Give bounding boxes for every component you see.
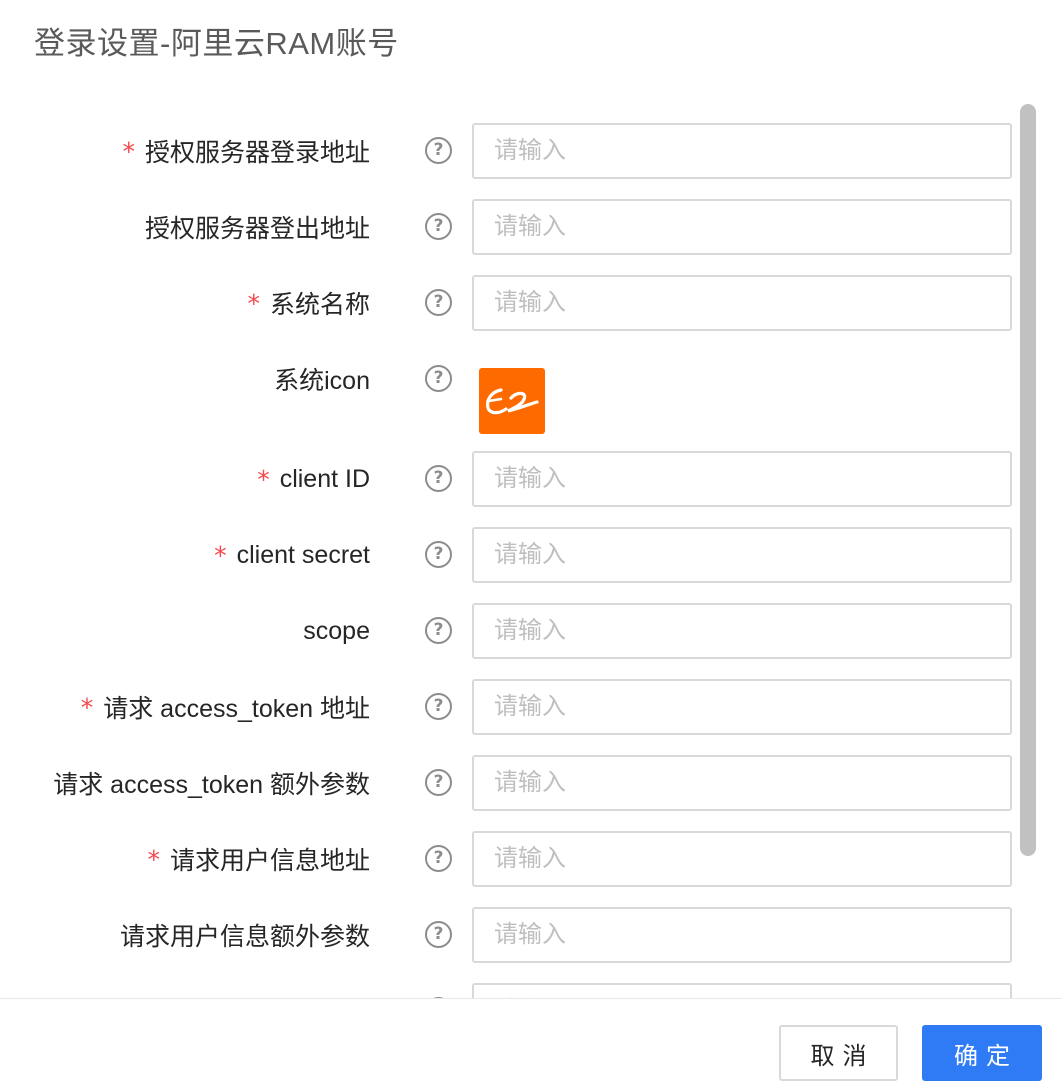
dialog-title: 登录设置-阿里云RAM账号	[34, 26, 399, 61]
client-secret-input[interactable]	[472, 527, 1012, 583]
form-row-client-secret: * client secret ?	[0, 527, 1016, 583]
help-icon[interactable]: ?	[425, 921, 452, 948]
form-label: scope	[303, 603, 370, 659]
help-icon[interactable]: ?	[425, 465, 452, 492]
field-label: 请求用户信息地址	[169, 847, 370, 875]
field-label: 系统名称	[269, 291, 370, 319]
help-icon[interactable]: ?	[425, 769, 452, 796]
form-row-userinfo-url: * 请求用户信息地址 ?	[0, 831, 1016, 887]
field-label: 请求 access_token 地址	[103, 695, 370, 723]
help-icon[interactable]: ?	[425, 289, 452, 316]
help-icon[interactable]: ?	[425, 541, 452, 568]
field-label: 请求 access_token 额外参数	[53, 771, 370, 799]
required-mark: *	[214, 540, 227, 570]
auth-logout-url-input[interactable]	[472, 199, 1012, 255]
field-label: client secret	[236, 540, 370, 569]
field-label: client ID	[279, 464, 370, 493]
form-label: 请求 access_token 额外参数	[53, 755, 370, 811]
form-row-system-name: * 系统名称 ?	[0, 275, 1016, 331]
help-icon[interactable]: ?	[425, 617, 452, 644]
form-row-client-id: * client ID ?	[0, 451, 1016, 507]
required-mark: *	[80, 692, 94, 722]
scope-input[interactable]	[472, 603, 1012, 659]
system-icon-upload[interactable]	[479, 368, 545, 434]
form-label: * client ID	[257, 451, 370, 507]
form-body: * 授权服务器登录地址 ? 授权服务器登出地址 ? * 系统名称 ?	[0, 100, 1062, 998]
form-label: 请求用户信息额外参数	[120, 907, 370, 963]
form-label: * 请求 access_token 地址	[81, 679, 370, 735]
form-row-scope: scope ?	[0, 603, 1016, 659]
field-label: 授权服务器登出地址	[144, 215, 370, 243]
required-mark: *	[122, 136, 135, 166]
form-row-access-token-url: * 请求 access_token 地址 ?	[0, 679, 1016, 735]
access-token-url-input[interactable]	[472, 679, 1012, 735]
form-row-partial: ?	[0, 983, 1016, 998]
field-label: 系统icon	[274, 367, 370, 395]
confirm-button[interactable]: 确定	[922, 1025, 1042, 1081]
login-settings-dialog: 登录设置-阿里云RAM账号 * 授权服务器登录地址 ? 授权服务器登出地址 ? …	[0, 0, 1062, 1084]
form-row-auth-logout-url: 授权服务器登出地址 ?	[0, 199, 1016, 255]
form-label: * client secret	[214, 527, 370, 583]
cancel-button[interactable]: 取消	[779, 1025, 898, 1081]
alibaba-logo-icon	[485, 388, 539, 415]
userinfo-params-input[interactable]	[472, 907, 1012, 963]
form-label: 授权服务器登出地址	[145, 199, 370, 255]
help-icon[interactable]: ?	[425, 693, 452, 720]
field-label: scope	[303, 616, 370, 645]
form-label: * 系统名称	[247, 275, 370, 331]
dialog-footer: 取消 确定	[0, 998, 1062, 1084]
form-row-access-token-params: 请求 access_token 额外参数 ?	[0, 755, 1016, 811]
help-icon[interactable]: ?	[425, 137, 452, 164]
form-row-auth-login-url: * 授权服务器登录地址 ?	[0, 123, 1016, 179]
required-mark: *	[247, 288, 260, 318]
required-mark: *	[257, 464, 270, 494]
client-id-input[interactable]	[472, 451, 1012, 507]
form-label: * 请求用户信息地址	[147, 831, 370, 887]
access-token-params-input[interactable]	[472, 755, 1012, 811]
required-mark: *	[147, 844, 160, 874]
help-icon[interactable]: ?	[425, 845, 452, 872]
field-label: 请求用户信息额外参数	[119, 923, 370, 951]
form-label: 系统icon	[274, 351, 370, 407]
auth-login-url-input[interactable]	[472, 123, 1012, 179]
partial-input[interactable]	[472, 983, 1012, 998]
form-row-userinfo-params: 请求用户信息额外参数 ?	[0, 907, 1016, 963]
userinfo-url-input[interactable]	[472, 831, 1012, 887]
scrollbar-thumb[interactable]	[1020, 104, 1036, 856]
help-icon[interactable]: ?	[425, 213, 452, 240]
field-label: 授权服务器登录地址	[144, 139, 370, 167]
help-icon[interactable]: ?	[425, 365, 452, 392]
form-label: * 授权服务器登录地址	[122, 123, 370, 179]
system-name-input[interactable]	[472, 275, 1012, 331]
